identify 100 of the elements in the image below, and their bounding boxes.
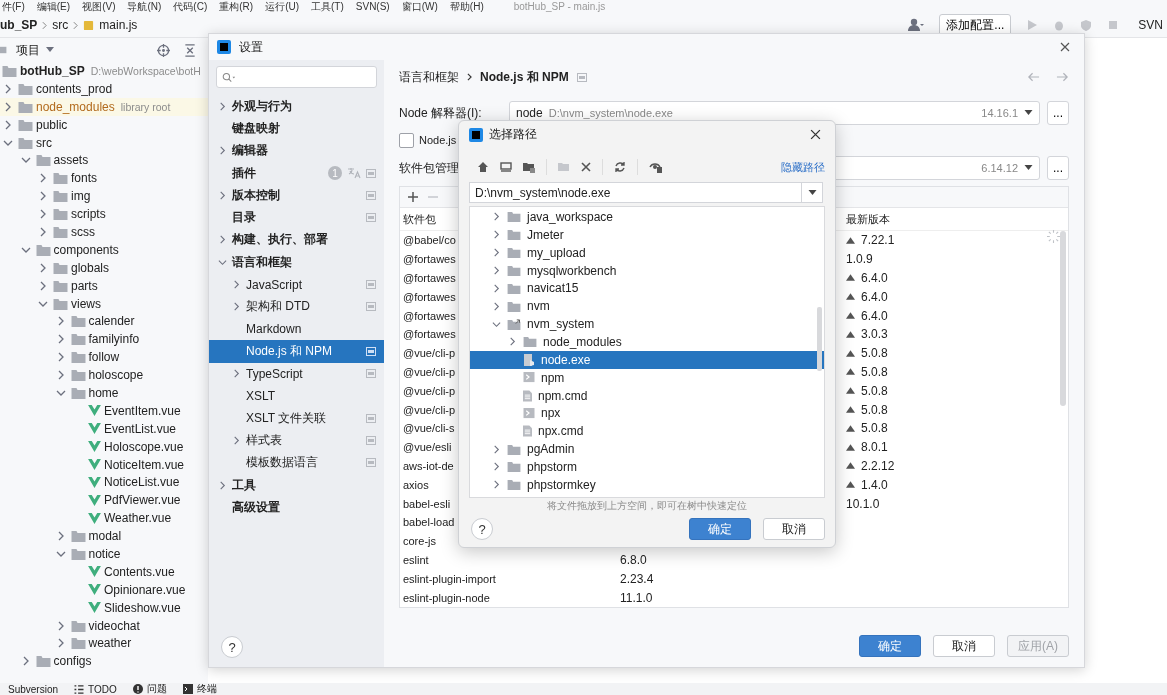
chevron-icon[interactable] bbox=[218, 101, 227, 111]
settings-nav-item[interactable]: 架构和 DTD bbox=[209, 295, 384, 318]
settings-nav-item[interactable]: 键盘映射 bbox=[209, 117, 384, 140]
chevron-icon[interactable] bbox=[508, 337, 517, 347]
delete-icon[interactable] bbox=[581, 162, 591, 172]
chevron-icon[interactable] bbox=[492, 212, 501, 222]
menu-item[interactable]: 件(F) bbox=[2, 0, 25, 14]
tree-item[interactable]: videochat bbox=[88, 618, 140, 633]
chevron-icon[interactable] bbox=[492, 283, 501, 293]
file-tree-item[interactable]: node.exe bbox=[470, 350, 824, 369]
settings-nav-item[interactable]: 模板数据语言 bbox=[209, 451, 384, 475]
settings-nav-item[interactable]: 构建、执行、部署 bbox=[209, 228, 384, 252]
help-button[interactable]: ? bbox=[471, 518, 493, 540]
settings-nav-item[interactable]: 外观与行为 bbox=[209, 95, 384, 118]
browse-button[interactable]: ... bbox=[1047, 101, 1069, 125]
close-icon[interactable] bbox=[810, 129, 821, 140]
desktop-icon[interactable] bbox=[500, 161, 512, 173]
file-tree-item[interactable]: node_modules bbox=[470, 333, 824, 351]
chevron-icon[interactable] bbox=[218, 480, 227, 490]
dialog-button[interactable]: 确定 bbox=[689, 518, 751, 540]
target-icon[interactable] bbox=[157, 43, 170, 57]
chevron-icon[interactable] bbox=[232, 302, 241, 312]
settings-nav-item[interactable]: 插件 1 bbox=[209, 161, 384, 185]
tree-item[interactable]: home bbox=[88, 385, 119, 400]
add-icon[interactable] bbox=[408, 192, 418, 202]
file-tree-item[interactable]: phpstorm bbox=[470, 458, 824, 476]
settings-nav-item[interactable]: 编辑器 bbox=[209, 139, 384, 162]
tree-item[interactable]: familyinfo bbox=[88, 332, 140, 347]
menu-item[interactable]: 运行(U) bbox=[265, 0, 300, 14]
menu-item[interactable]: 窗口(W) bbox=[401, 0, 438, 14]
home-icon[interactable] bbox=[477, 161, 489, 173]
tree-item[interactable]: Opinionare.vue bbox=[104, 582, 186, 597]
chevron-icon[interactable] bbox=[492, 444, 501, 454]
tool-window-tab[interactable]: Subversion bbox=[8, 683, 59, 695]
tree-item[interactable]: img bbox=[71, 189, 91, 204]
caret-icon[interactable] bbox=[46, 47, 54, 53]
collapse-all-icon[interactable] bbox=[184, 43, 196, 57]
chevron-icon[interactable] bbox=[232, 369, 241, 379]
dialog-button[interactable]: 取消 bbox=[763, 518, 825, 540]
tree-item[interactable]: follow bbox=[88, 350, 120, 365]
tree-item[interactable]: Holoscope.vue bbox=[104, 439, 184, 454]
chevron-icon[interactable] bbox=[492, 230, 501, 240]
interpreter-dropdown[interactable]: node D:\nvm_system\node.exe 14.16.1 bbox=[509, 101, 1040, 125]
dialog-button[interactable]: 确定 bbox=[859, 635, 921, 657]
chevron-icon[interactable] bbox=[218, 190, 227, 200]
settings-nav-item[interactable]: Markdown bbox=[209, 317, 384, 341]
tree-item[interactable]: contents_prod bbox=[36, 81, 113, 96]
tree-item[interactable]: calender bbox=[88, 314, 135, 329]
tree-item[interactable]: PdfViewer.vue bbox=[104, 493, 181, 508]
menu-item[interactable]: 重构(R) bbox=[219, 0, 254, 14]
file-tree-item[interactable]: java_workspace bbox=[470, 208, 824, 226]
hide-path-link[interactable]: 隐藏路径 bbox=[781, 159, 825, 175]
chevron-icon[interactable] bbox=[492, 301, 501, 311]
chevron-icon[interactable] bbox=[492, 266, 501, 275]
file-tree-item[interactable]: navicat15 bbox=[470, 279, 824, 298]
column-header[interactable]: 最新版本 bbox=[842, 211, 890, 227]
tree-item[interactable]: fonts bbox=[71, 171, 97, 186]
chevron-icon[interactable] bbox=[492, 319, 501, 329]
tree-item[interactable]: NoticeList.vue bbox=[104, 475, 180, 490]
tree-item[interactable]: src bbox=[36, 135, 52, 150]
settings-nav-item[interactable]: 版本控制 bbox=[209, 184, 384, 207]
settings-nav-item[interactable]: 语言和框架 bbox=[209, 251, 384, 274]
file-tree-item[interactable]: phpstormkey bbox=[470, 475, 824, 494]
breadcrumb[interactable]: ub_SP bbox=[0, 18, 38, 32]
chevron-icon[interactable] bbox=[218, 257, 227, 267]
browse-button[interactable]: ... bbox=[1047, 156, 1069, 180]
scrollbar[interactable] bbox=[1060, 231, 1066, 406]
menu-item[interactable]: SVN(S) bbox=[355, 1, 390, 12]
chevron-icon[interactable] bbox=[232, 280, 241, 289]
settings-nav-item[interactable]: 高级设置 bbox=[209, 496, 384, 519]
file-tree-item[interactable]: Jmeter bbox=[470, 225, 824, 244]
tree-item[interactable]: views bbox=[71, 296, 101, 311]
file-tree-item[interactable]: nvm bbox=[470, 297, 824, 316]
tree-item[interactable]: Weather.vue bbox=[104, 511, 172, 526]
settings-nav-item[interactable]: JavaScript bbox=[209, 273, 384, 296]
breadcrumb[interactable]: main.js bbox=[99, 18, 138, 32]
menu-item[interactable]: 工具(T) bbox=[311, 0, 344, 14]
chevron-icon[interactable] bbox=[492, 248, 501, 258]
scrollbar[interactable] bbox=[817, 307, 822, 371]
breadcrumb[interactable]: src bbox=[52, 18, 69, 32]
path-field[interactable]: D:\nvm_system\node.exe bbox=[469, 182, 823, 203]
settings-nav-item[interactable]: 样式表 bbox=[209, 429, 384, 452]
tree-item[interactable]: NoticeItem.vue bbox=[104, 457, 185, 472]
file-tree-item[interactable]: npx bbox=[470, 404, 824, 423]
menu-item[interactable]: 帮助(H) bbox=[449, 0, 484, 14]
chevron-icon[interactable] bbox=[218, 146, 227, 156]
settings-nav-item[interactable]: 工具 bbox=[209, 474, 384, 497]
help-button[interactable]: ? bbox=[221, 636, 243, 658]
file-tree-item[interactable]: npm.cmd bbox=[470, 386, 824, 405]
menu-item[interactable]: 编辑(E) bbox=[36, 0, 71, 14]
tree-item[interactable]: notice bbox=[88, 547, 121, 561]
tree-item[interactable]: modal bbox=[88, 529, 122, 544]
tree-item[interactable]: public bbox=[36, 117, 68, 132]
menu-item[interactable]: 视图(V) bbox=[82, 0, 116, 14]
settings-nav-item[interactable]: TypeScript bbox=[209, 362, 384, 385]
breadcrumb[interactable]: 语言和框架 bbox=[399, 68, 459, 86]
tree-item[interactable]: node_modules bbox=[36, 99, 115, 114]
file-tree-item[interactable]: nvm_system bbox=[470, 315, 824, 333]
tree-item[interactable]: globals bbox=[71, 260, 110, 275]
show-hidden-icon[interactable] bbox=[649, 161, 663, 173]
